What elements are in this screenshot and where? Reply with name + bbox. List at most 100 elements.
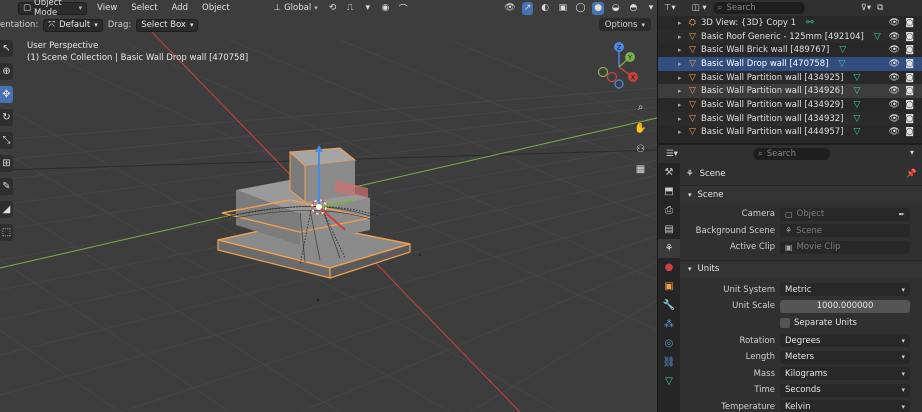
xray-icon[interactable]: ▣ (557, 2, 569, 15)
time-dropdown[interactable]: Seconds ▾ (780, 383, 910, 397)
camera-render-icon[interactable]: ◙ (905, 127, 914, 137)
eye-icon[interactable]: 👁 (889, 32, 900, 42)
eye-icon[interactable]: 👁 (889, 114, 900, 124)
move-tool-icon[interactable]: ✥ (0, 86, 13, 103)
editor-type-icon[interactable]: ☰▾ (666, 149, 678, 159)
outliner-row[interactable]: ▸ ▽ Basic Roof Generic - 125mm [492104] ▽ 👁 ◙ (658, 29, 922, 44)
constraints-tab-icon[interactable]: ⛓ (658, 353, 680, 372)
rotation-dropdown[interactable]: Degrees ▾ (780, 334, 910, 348)
menu-object[interactable]: Object (198, 2, 234, 15)
modifier-tab-icon[interactable]: 🔧 (658, 296, 680, 315)
perspective-toggle-icon[interactable]: ▦ (632, 161, 649, 178)
eye-icon[interactable]: 👁 (889, 45, 900, 55)
view-layer-tab-icon[interactable]: ▤ (658, 220, 680, 239)
annotate-tool-icon[interactable]: ✎ (0, 178, 13, 195)
mode-dropdown[interactable]: ▢ Object Mode ▾ (18, 0, 88, 18)
3d-viewport[interactable]: ▢ Object Mode ▾ View Select Add Object ⊥… (0, 0, 657, 412)
material-shading-icon[interactable]: ◒ (610, 2, 622, 15)
camera-render-icon[interactable]: ◙ (905, 100, 914, 110)
camera-field[interactable]: ▢ Object ✒ (780, 207, 910, 221)
output-tab-icon[interactable]: ⎙ (658, 201, 680, 220)
eye-icon[interactable]: 👁 (889, 86, 900, 96)
scene-tab-icon[interactable]: ⚘ (658, 239, 680, 258)
cursor-tool-icon[interactable]: ⊕ (0, 63, 13, 80)
background-scene-field[interactable]: ⚘ Scene (780, 224, 910, 238)
menu-view[interactable]: View (93, 2, 121, 15)
camera-view-icon[interactable]: ⚇ (632, 141, 649, 158)
pan-hand-icon[interactable]: ✋ (632, 120, 649, 137)
pin-icon[interactable]: 📌 (906, 169, 917, 179)
expand-arrow-icon[interactable]: ▸ (678, 115, 684, 123)
new-collection-icon[interactable]: ⧉ (877, 3, 883, 13)
expand-arrow-icon[interactable]: ▸ (678, 60, 684, 68)
eyedropper-icon[interactable]: ✒ (898, 210, 905, 219)
object-tab-icon[interactable]: ▣ (658, 277, 680, 296)
eye-icon[interactable]: 👁 (889, 59, 900, 69)
wireframe-shading-icon[interactable]: ◯ (575, 2, 587, 15)
temperature-dropdown[interactable]: Kelvin ▾ (780, 400, 910, 412)
overlay-icon[interactable]: ◐ (539, 2, 551, 15)
unit-system-dropdown[interactable]: Metric ▾ (780, 283, 910, 297)
menu-select[interactable]: Select (127, 2, 161, 15)
expand-arrow-icon[interactable]: ▸ (678, 87, 684, 95)
eye-icon[interactable]: 👁 (889, 73, 900, 83)
outliner-row[interactable]: ▸ ▽ Basic Wall Partition wall [434925] ▽ 👁 ◙ (658, 71, 922, 85)
outliner-row[interactable]: ▸ ▽ Basic Wall Partition wall [434926] ▽ 👁 ◙ (658, 84, 922, 99)
eye-icon[interactable]: 👁 (889, 18, 900, 28)
snap-icon[interactable]: ⎍ (344, 2, 356, 15)
particles-tab-icon[interactable]: ⁂ (658, 315, 680, 334)
expand-arrow-icon[interactable]: ▸ (678, 46, 684, 54)
camera-render-icon[interactable]: ◙ (905, 73, 914, 83)
visibility-icon[interactable]: 👁 (504, 2, 516, 15)
camera-render-icon[interactable]: ◙ (905, 45, 914, 55)
outliner-row[interactable]: ▸ ▽ Basic Wall Partition wall [444957] ▽ 👁 ◙ (658, 126, 922, 140)
separate-units-checkbox[interactable] (780, 317, 790, 328)
camera-render-icon[interactable]: ◙ (905, 86, 914, 96)
transform-orientation-dropdown[interactable]: ⊥ Global ▾ (271, 2, 321, 15)
shading-options-icon[interactable]: ▾ (645, 2, 657, 15)
outliner-row[interactable]: ▸ ▽ Basic Wall Drop wall [470758] ▽ 👁 ◙ (658, 57, 922, 71)
pivot-icon[interactable]: ⟲ (327, 2, 339, 15)
outliner-row[interactable]: ▸ ▽ Basic Wall Partition wall [434932] ▽ 👁 ◙ (658, 111, 922, 126)
camera-render-icon[interactable]: ◙ (905, 59, 914, 69)
camera-render-icon[interactable]: ◙ (905, 114, 914, 124)
options-dropdown[interactable]: Options ▾ (598, 18, 651, 31)
properties-search-input[interactable]: ⌕ Search (753, 148, 830, 160)
transform-tool-icon[interactable]: ⊞ (0, 155, 13, 172)
editor-type-icon[interactable]: ⊤▾ (664, 3, 676, 13)
menu-add[interactable]: Add (168, 2, 192, 15)
scene-panel-header[interactable]: ▾ Scene (680, 185, 922, 203)
rendered-shading-icon[interactable]: ◓ (628, 2, 640, 15)
outliner-row[interactable]: ▸ ▽ Basic Wall Partition wall [434929] ▽ 👁 ◙ (658, 98, 922, 112)
length-dropdown[interactable]: Meters ▾ (780, 350, 910, 364)
solid-shading-icon[interactable]: ● (592, 1, 604, 15)
orientation-dropdown[interactable]: ⤧ Default ▾ (43, 18, 103, 32)
outliner-row[interactable]: ▸ ⛭ 3D View: {3D} Copy 1 ⚯ 👁 ◙ (658, 16, 922, 30)
proportional-edit-icon[interactable]: ◉ (380, 2, 392, 15)
drag-dropdown[interactable]: Select Box ▾ (136, 18, 199, 32)
building-model[interactable] (217, 147, 411, 279)
falloff-icon[interactable]: ⌒ (397, 2, 409, 15)
select-box-tool-icon[interactable]: ↖ (0, 40, 13, 57)
rotate-tool-icon[interactable]: ↻ (0, 109, 13, 126)
expand-arrow-icon[interactable]: ▸ (678, 101, 684, 109)
expand-arrow-icon[interactable]: ▸ (678, 74, 684, 82)
active-clip-field[interactable]: ▣ Movie Clip (780, 240, 910, 254)
outliner-row[interactable]: ▸ ▽ Basic Wall Brick wall [489767] ▽ 👁 ◙ (658, 43, 922, 57)
world-tab-icon[interactable]: ● (658, 258, 680, 277)
zoom-icon[interactable]: ⌕ (632, 99, 649, 116)
add-cube-tool-icon[interactable]: ⬚ (0, 224, 13, 241)
render-tab-icon[interactable]: ⬒ (658, 182, 680, 201)
unit-scale-field[interactable]: 1000.000000 (780, 299, 910, 313)
outliner-search-input[interactable]: ⌕ Search (712, 2, 805, 14)
camera-render-icon[interactable]: ◙ (905, 18, 914, 28)
mass-dropdown[interactable]: Kilograms ▾ (780, 367, 910, 381)
display-mode-icon[interactable]: ◫ ▾ (692, 3, 707, 13)
filter-icon[interactable]: ⊽▾ (861, 3, 872, 13)
measure-tool-icon[interactable]: ◢ (0, 201, 13, 218)
expand-arrow-icon[interactable]: ▸ (678, 33, 684, 41)
expand-arrow-icon[interactable]: ▸ (678, 19, 684, 27)
navigation-gizmo[interactable]: Z X Y (592, 40, 644, 92)
camera-render-icon[interactable]: ◙ (905, 32, 914, 42)
snap-dropdown-icon[interactable]: ▾ (362, 2, 374, 15)
